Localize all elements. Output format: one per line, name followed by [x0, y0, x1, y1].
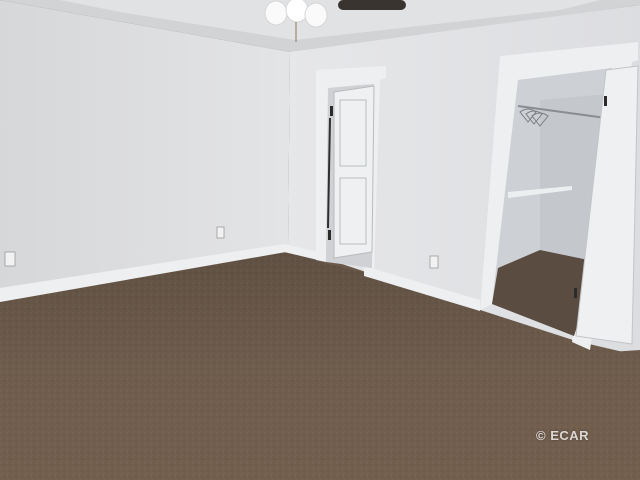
outlet-left	[4, 251, 16, 267]
outlet-middle	[216, 226, 225, 239]
outlet-right	[429, 255, 439, 269]
fan-light-center	[285, 0, 309, 23]
fan-light-left	[264, 0, 288, 26]
closet-hinge-top	[604, 96, 607, 106]
watermark: © ECAR	[536, 428, 590, 443]
fan-light-right	[304, 2, 328, 28]
closet-hinge-bottom	[574, 288, 577, 298]
door-hinge-top	[330, 106, 333, 116]
door-hinge-bottom	[328, 230, 331, 240]
bedroom-photo	[0, 0, 640, 480]
fan-blade	[338, 0, 406, 10]
